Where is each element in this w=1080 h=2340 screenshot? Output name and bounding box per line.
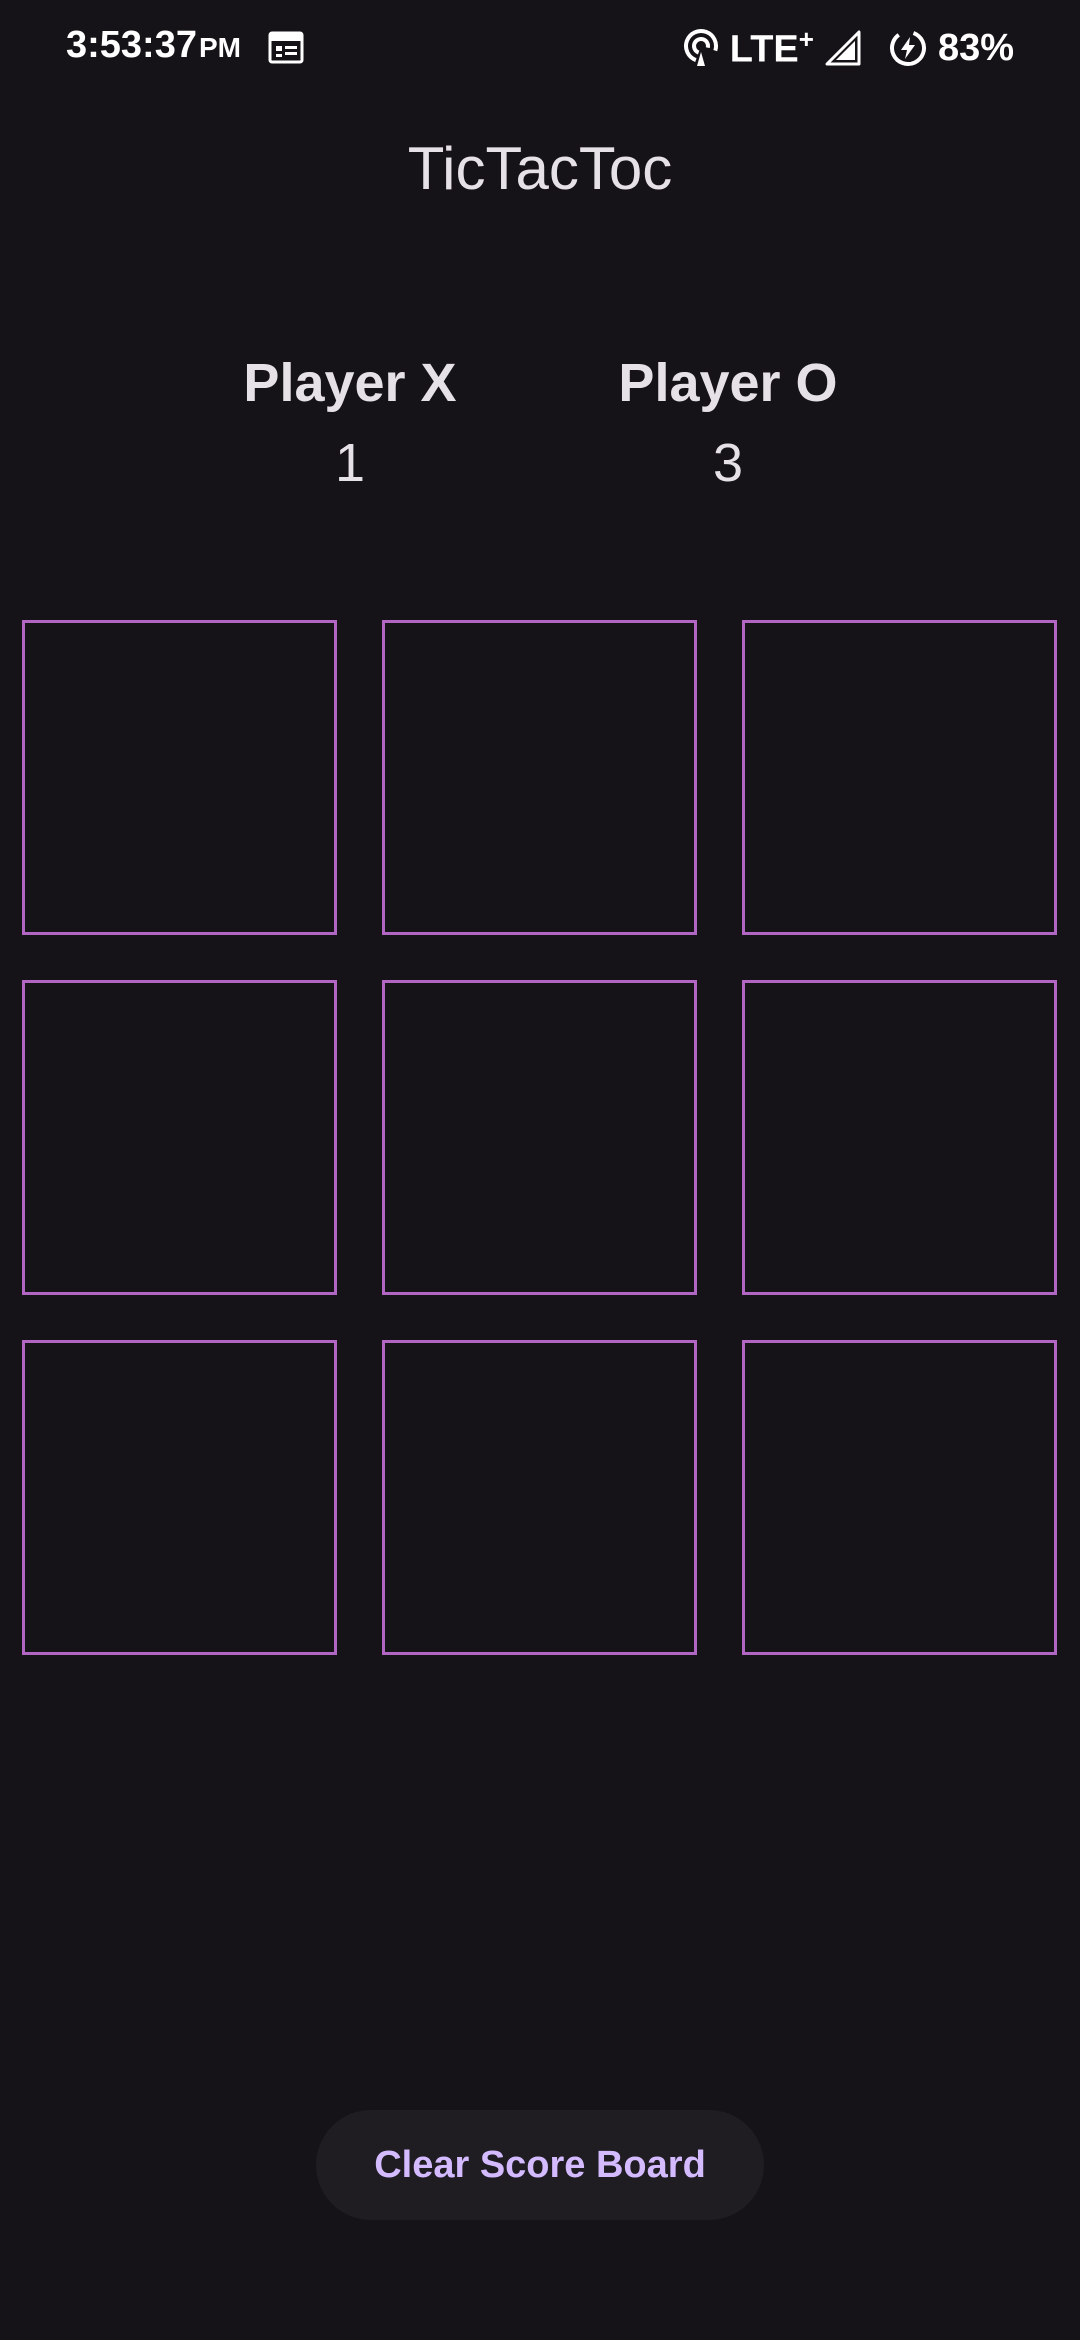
scoreboard: Player X 1 Player O 3 [0,348,1080,498]
game-board [22,620,1058,1655]
player-o-score: 3 [712,433,744,493]
player-x-label: Player X [243,353,457,413]
player-x-score-column: Player X 1 [220,348,480,498]
status-time-value: 3:53:37 [66,24,197,66]
status-bar: 3:53:37PM LTE+ 83% [0,0,1080,96]
player-o-score-column: Player O 3 [598,348,858,498]
clear-score-board-button[interactable]: Clear Score Board [316,2110,764,2220]
signal-icon [825,30,861,66]
battery-percent: 83% [937,26,1014,69]
status-time: 3:53:37PM [66,24,241,67]
board-cell-9[interactable] [742,1340,1057,1655]
board-cell-5[interactable] [382,980,697,1295]
board-cell-1[interactable] [22,620,337,935]
player-o-label: Player O [618,353,838,413]
board-cell-6[interactable] [742,980,1057,1295]
player-x-score: 1 [334,433,366,493]
battery-saver-icon [889,30,926,66]
board-cell-4[interactable] [22,980,337,1295]
board-cell-7[interactable] [22,1340,337,1655]
app-title: TicTacToc [407,135,673,202]
board-cell-8[interactable] [382,1340,697,1655]
network-label: LTE [729,28,799,71]
status-time-ampm: PM [198,32,241,63]
hotspot-icon [683,29,718,66]
network-type: LTE+ [730,24,814,72]
network-plus: + [798,24,814,55]
status-right: LTE+ 83% [682,24,1014,72]
board-cell-2[interactable] [382,620,697,935]
calendar-icon [268,31,304,64]
clear-score-board-label: Clear Score Board [374,2143,706,2186]
board-cell-3[interactable] [742,620,1057,935]
